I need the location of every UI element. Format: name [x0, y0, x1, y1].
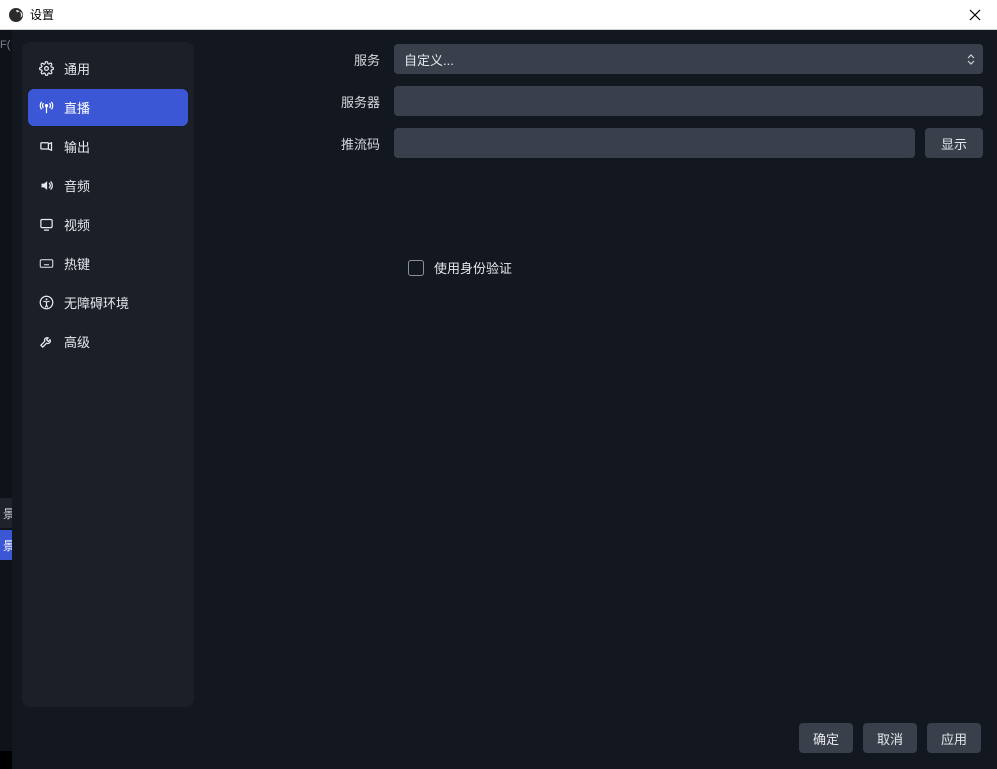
monitor-icon — [38, 217, 54, 233]
accessibility-icon — [38, 295, 54, 311]
bg-left-hint: F( — [0, 30, 8, 60]
ok-button[interactable]: 确定 — [799, 723, 853, 753]
select-spinner-icon — [963, 47, 979, 71]
output-icon — [38, 139, 54, 155]
dialog-footer: 确定 取消 应用 — [12, 717, 997, 769]
window-title: 设置 — [30, 6, 54, 23]
row-server: 服务器 — [218, 86, 983, 116]
cancel-button[interactable]: 取消 — [863, 723, 917, 753]
label-streamkey: 推流码 — [218, 134, 394, 153]
antenna-icon — [38, 100, 54, 116]
sidebar-item-advanced[interactable]: 高级 — [28, 323, 188, 360]
settings-main-panel: 服务 自定义... 服务器 — [218, 42, 983, 707]
dialog-body: 通用 直播 输出 音频 — [12, 30, 997, 717]
server-input[interactable] — [394, 86, 983, 116]
sidebar-item-hotkeys[interactable]: 热键 — [28, 245, 188, 282]
sidebar-item-label: 直播 — [64, 98, 90, 117]
service-select-value: 自定义... — [404, 50, 454, 69]
auth-checkbox[interactable] — [408, 260, 424, 276]
sidebar-item-label: 视频 — [64, 215, 90, 234]
sidebar-item-general[interactable]: 通用 — [28, 50, 188, 87]
auth-checkbox-label: 使用身份验证 — [434, 258, 512, 277]
sidebar-item-stream[interactable]: 直播 — [28, 89, 188, 126]
sidebar-item-label: 输出 — [64, 137, 90, 156]
speaker-icon — [38, 178, 54, 194]
tools-icon — [38, 334, 54, 350]
sidebar-item-label: 通用 — [64, 59, 90, 78]
sidebar-item-label: 无障碍环境 — [64, 293, 129, 312]
settings-sidebar: 通用 直播 输出 音频 — [22, 42, 194, 707]
gear-icon — [38, 61, 54, 77]
sidebar-item-label: 高级 — [64, 332, 90, 351]
sidebar-item-accessibility[interactable]: 无障碍环境 — [28, 284, 188, 321]
sidebar-item-label: 热键 — [64, 254, 90, 273]
label-service: 服务 — [218, 50, 394, 69]
apply-button[interactable]: 应用 — [927, 723, 981, 753]
label-server: 服务器 — [218, 92, 394, 111]
settings-dialog: 通用 直播 输出 音频 — [12, 30, 997, 769]
sidebar-item-output[interactable]: 输出 — [28, 128, 188, 165]
sidebar-item-video[interactable]: 视频 — [28, 206, 188, 243]
sidebar-item-label: 音频 — [64, 176, 90, 195]
keyboard-icon — [38, 256, 54, 272]
streamkey-input[interactable] — [394, 128, 915, 158]
row-auth-checkbox[interactable]: 使用身份验证 — [408, 258, 983, 277]
sidebar-item-audio[interactable]: 音频 — [28, 167, 188, 204]
service-select[interactable]: 自定义... — [394, 44, 983, 74]
row-service: 服务 自定义... — [218, 44, 983, 74]
row-streamkey: 推流码 显示 — [218, 128, 983, 158]
titlebar: 设置 — [0, 0, 997, 30]
show-streamkey-button[interactable]: 显示 — [925, 128, 983, 158]
obs-app-icon — [8, 7, 24, 23]
close-button[interactable] — [953, 0, 997, 30]
